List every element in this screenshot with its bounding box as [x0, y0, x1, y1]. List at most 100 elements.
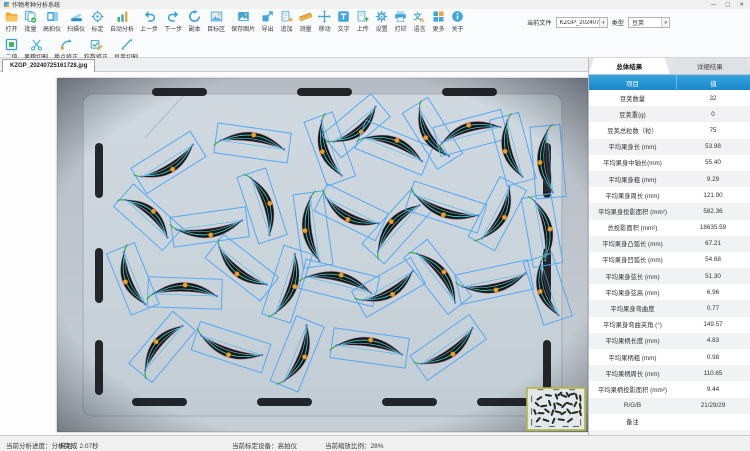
about-info-button[interactable]: 关于 — [448, 10, 467, 33]
row-label: 豆荚重(g) — [589, 106, 676, 122]
toolbar-item-label: 标定 — [92, 24, 104, 33]
table-row: 平均果身弦高 (mm)6.96 — [589, 284, 750, 300]
column-header-item: 项目 — [589, 75, 676, 90]
row-label: 豆荚总粒数（粒） — [589, 122, 676, 138]
row-value: 4.83 — [676, 333, 750, 349]
app-logo-icon — [4, 2, 9, 7]
table-row: 平均果身周长 (mm)121.90 — [589, 187, 750, 203]
print-button[interactable]: 打印 — [391, 10, 410, 33]
toolbar-item-label: 目标区 — [207, 24, 225, 33]
append-button[interactable]: 追加 — [277, 10, 296, 33]
row-label: 平均果身粗 (mm) — [589, 171, 676, 187]
maximize-button[interactable]: ▢ — [725, 2, 730, 8]
column-header-value: 值 — [676, 75, 750, 90]
table-row: 平均果身投影面积 (mm²)582.36 — [589, 203, 750, 219]
upload-button[interactable]: 上传 — [353, 10, 372, 33]
image-viewport[interactable] — [0, 72, 588, 435]
table-row: 总投影面积 (mm²)18635.59 — [589, 220, 750, 236]
settings-gear-button[interactable]: 设置 — [372, 10, 391, 33]
table-row: 平均果柄粗 (mm)0.98 — [589, 349, 750, 365]
copy-refresh-button[interactable]: 副本 — [185, 10, 204, 33]
table-row: 平均果身粗 (mm)9.29 — [589, 171, 750, 187]
toolbar-item-label: 副本 — [189, 24, 201, 33]
current-file-label: 当前文件 — [527, 18, 552, 27]
save-image-button[interactable]: 保存图片 — [228, 10, 258, 33]
row-label: 总投影面积 (mm²) — [589, 220, 676, 236]
row-label: 平均果柄粗 (mm) — [589, 349, 676, 365]
more-grid-icon — [432, 10, 445, 23]
toolbar-item-label: 高拍仪 — [43, 24, 61, 33]
row-label: 平均果身凹弧长 (mm) — [589, 252, 676, 268]
minimize-button[interactable]: — — [711, 2, 717, 8]
toolbar-item-label: 测量 — [300, 24, 312, 33]
export-button[interactable]: 导出 — [258, 10, 277, 33]
zoom-level-text: 当前缩放比例：28% — [325, 440, 384, 450]
copy-refresh-icon — [188, 10, 201, 23]
redo-arrow-button[interactable]: 下一步 — [161, 10, 185, 33]
measure-ruler-button[interactable]: 测量 — [296, 10, 315, 33]
row-label: 平均果柄长度 (mm) — [589, 333, 676, 349]
row-label: 平均果柄周长 (mm) — [589, 365, 676, 381]
close-button[interactable]: ✕ — [739, 2, 744, 8]
row-value: 149.57 — [676, 317, 750, 333]
doc-camera-button[interactable]: 高拍仪 — [40, 10, 64, 33]
calibrate-target-icon — [91, 10, 104, 23]
calibration-device-text: 当前标定设备：高拍仪 — [232, 440, 297, 450]
export-icon — [261, 10, 274, 23]
calibrate-target-button[interactable]: 标定 — [88, 10, 107, 33]
row-value: 582.36 — [676, 203, 750, 219]
row-value: 21/29/29 — [676, 398, 750, 414]
navigator-thumbnail[interactable] — [527, 388, 585, 430]
toolbar-item-label: 文字 — [338, 24, 350, 33]
type-select[interactable]: 豆荚 ▾ — [628, 17, 670, 28]
table-row: 平均果身长 (mm)53.98 — [589, 139, 750, 155]
row-value — [676, 414, 750, 430]
auto-analyze-button[interactable]: 自动分析 — [107, 10, 137, 33]
current-file-select[interactable]: KZGP_202407 ▾ — [556, 17, 608, 28]
svg-text:A: A — [420, 18, 425, 23]
undo-arrow-button[interactable]: 上一步 — [137, 10, 161, 33]
file-controls: 当前文件 KZGP_202407 ▾ 类型 豆荚 ▾ — [527, 10, 670, 28]
row-label: 平均果身凸弧长 (mm) — [589, 236, 676, 252]
results-tabs: 总体结果 详细结果 — [589, 58, 750, 75]
specimen-image[interactable] — [57, 78, 588, 432]
chevron-down-icon: ▾ — [661, 18, 668, 27]
document-tab[interactable]: KZGP_20240725161728.jpg — [2, 59, 95, 72]
table-row: 平均果柄周长 (mm)110.65 — [589, 365, 750, 381]
auto-analyze-icon — [116, 10, 129, 23]
move-button[interactable]: 移动 — [315, 10, 334, 33]
more-grid-button[interactable]: 更多 — [429, 10, 448, 33]
row-label: 平均果身弦高 (mm) — [589, 284, 676, 300]
language-button[interactable]: 文A语言 — [410, 10, 429, 33]
doc-camera-icon — [46, 10, 59, 23]
row-value: 0 — [676, 106, 750, 122]
text-icon — [337, 10, 350, 23]
text-button[interactable]: 文字 — [334, 10, 353, 33]
toolbar-item-label: 语言 — [414, 24, 426, 33]
row-value: 75 — [676, 122, 750, 138]
save-image-icon — [237, 10, 250, 23]
toolbar-item-label: 打印 — [395, 24, 407, 33]
print-icon — [394, 10, 407, 23]
toolbar-item-label: 导出 — [262, 24, 274, 33]
row-label: 豆荚数量 — [589, 90, 676, 106]
open-folder-button[interactable]: 打开 — [2, 10, 21, 33]
ear-cut-scissors-icon — [30, 38, 43, 51]
table-row: 平均果身中轴长(mm)55.40 — [589, 155, 750, 171]
language-icon: 文A — [413, 10, 426, 23]
table-row: 平均果身弯曲夹角 (°)149.57 — [589, 317, 750, 333]
table-row: 豆荚总粒数（粒）75 — [589, 122, 750, 138]
move-icon — [318, 10, 331, 23]
batch-button[interactable]: 批量 — [21, 10, 40, 33]
status-bar: 当前分析进度：分析完成 耗时：2.07秒 当前标定设备：高拍仪 当前缩放比例：2… — [0, 435, 750, 451]
count-fix-icon — [90, 38, 103, 51]
row-label: 平均果身长 (mm) — [589, 139, 676, 155]
tab-detailed-results[interactable]: 详细结果 — [670, 58, 750, 74]
window-title: 作物考种分析系统 — [12, 0, 60, 9]
tab-overall-results[interactable]: 总体结果 — [589, 58, 670, 74]
target-area-button[interactable]: 目标区 — [204, 10, 228, 33]
scanner-button[interactable]: 扫描仪 — [64, 10, 88, 33]
row-value: 67.21 — [676, 236, 750, 252]
row-value: 51.30 — [676, 268, 750, 284]
row-value: 110.65 — [676, 365, 750, 381]
